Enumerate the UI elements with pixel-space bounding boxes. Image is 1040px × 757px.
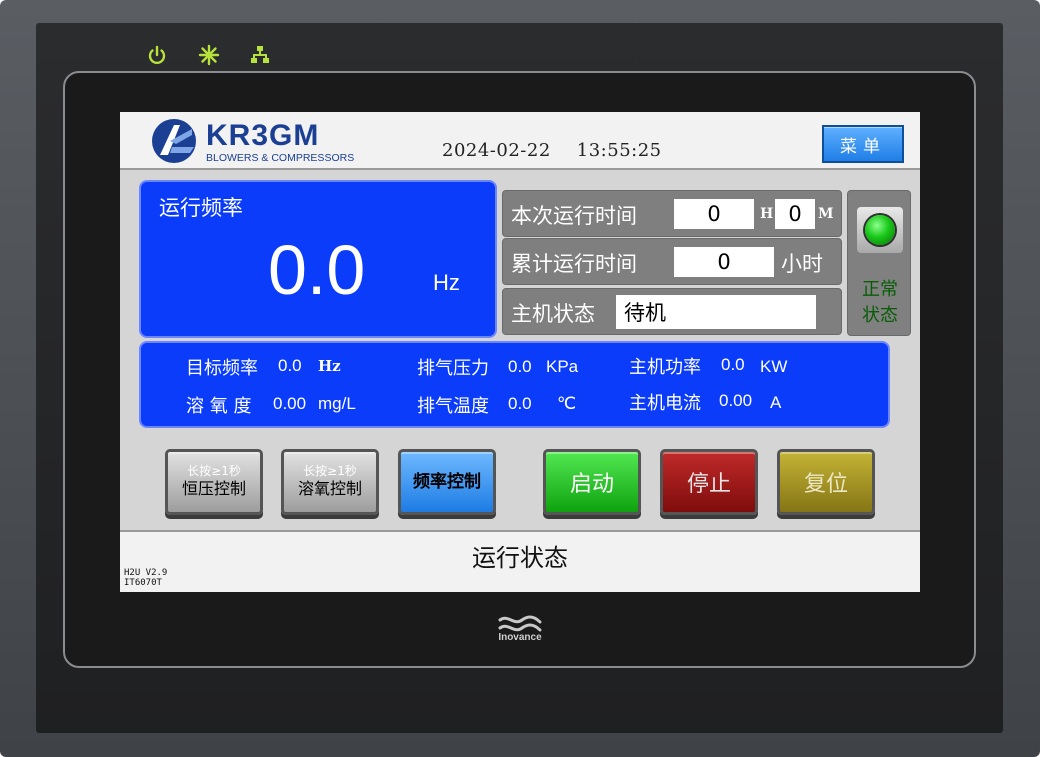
host-current-unit: A [770,393,782,412]
stop-button[interactable]: 停止 [660,449,758,515]
total-time-panel: 累计运行时间 0 小时 [502,238,842,285]
status-lamp-light-icon [865,215,895,245]
total-time-unit: 小时 [781,252,823,276]
exhaust-pressure-unit: KPa [546,357,579,376]
menu-button[interactable]: 菜单 [822,125,904,163]
run-minutes-unit: M [818,206,834,222]
oxygen-control-button[interactable]: 长按≥1秒 溶氧控制 [281,449,379,515]
version-line1: H2U V2.9 [124,568,168,578]
total-time-label: 累计运行时间 [511,252,637,276]
stop-label: 停止 [686,472,731,497]
host-power-unit: KW [760,357,788,376]
reset-label: 复位 [803,472,848,497]
oxygen-control-hint: 长按≥1秒 [303,464,357,478]
svg-text:KR3GM: KR3GM [206,119,319,152]
oxygen-label: 溶 氧 度 [186,396,252,417]
exhaust-pressure-value: 0.0 [508,357,532,376]
constant-pressure-button[interactable]: 长按≥1秒 恒压控制 [165,449,263,515]
run-time-label: 本次运行时间 [511,204,637,228]
host-power-value: 0.0 [721,355,745,374]
status-lamp [857,207,903,253]
footer-title: 运行状态 [472,544,568,572]
run-time-panel: 本次运行时间 0 H 0 M [502,190,842,237]
header-bar: KR3GM BLOWERS & COMPRESSORS 2024-02-22 13… [120,112,920,170]
host-state-value: 待机 [616,295,816,329]
oxygen-value: 0.00 [273,394,307,413]
run-hours-unit: H [760,206,774,222]
process-info-panel: 目标频率 0.0 Hz 溶 氧 度 0.00 mg/L 排气压力 0.0 KPa… [139,341,890,428]
oxygen-unit: mg/L [318,394,356,413]
host-current-value: 0.00 [719,391,753,410]
network-led-icon [249,44,271,66]
run-minutes-value: 0 [775,199,815,229]
constant-pressure-label: 恒压控制 [181,479,246,498]
host-state-label: 主机状态 [511,302,595,326]
host-power-label: 主机功率 [629,357,701,378]
start-button[interactable]: 启动 [543,449,641,515]
reset-button[interactable]: 复位 [777,449,875,515]
footer-bar: 运行状态 H2U V2.9 IT6070T [120,532,920,592]
total-time-value: 0 [674,247,774,277]
frequency-control-label: 频率控制 [413,472,481,492]
frequency-title: 运行频率 [159,196,243,220]
frequency-panel: 运行频率 0.0 Hz [139,180,497,338]
host-state-panel: 主机状态 待机 [502,288,842,335]
time-text: 13:55:25 [576,140,662,161]
exhaust-temp-label: 排气温度 [417,396,489,417]
status-text-line1: 正常 [862,279,898,300]
status-indicator-panel: 正常 状态 [847,190,911,336]
bezel-brand: Inovance [498,632,542,643]
kr3gm-logo: KR3GM BLOWERS & COMPRESSORS [150,117,355,167]
exhaust-temp-value: 0.0 [508,394,532,413]
exhaust-temp-unit: ℃ [557,394,577,413]
host-current-label: 主机电流 [629,393,701,414]
hmi-screen: KR3GM BLOWERS & COMPRESSORS 2024-02-22 13… [120,112,920,592]
power-led-icon [146,44,168,66]
frequency-value: 0.0 [268,231,366,309]
frequency-unit: Hz [433,270,460,295]
exhaust-pressure-label: 排气压力 [417,358,489,379]
target-freq-unit: Hz [318,357,341,375]
version-line2: IT6070T [124,578,162,588]
run-hours-value: 0 [674,199,754,229]
version-info: H2U V2.9 IT6070T [124,568,167,588]
oxygen-control-label: 溶氧控制 [297,479,362,498]
date-text: 2024-02-22 [442,140,551,161]
status-text-line2: 状态 [862,305,898,326]
activity-led-icon [198,44,220,66]
datetime: 2024-02-22 13:55:25 [442,140,662,161]
frequency-control-button[interactable]: 频率控制 [398,449,496,515]
target-freq-label: 目标频率 [186,358,258,379]
svg-text:BLOWERS & COMPRESSORS: BLOWERS & COMPRESSORS [206,152,354,164]
target-freq-value: 0.0 [278,356,302,375]
start-label: 启动 [569,472,614,497]
constant-pressure-hint: 长按≥1秒 [187,464,241,478]
